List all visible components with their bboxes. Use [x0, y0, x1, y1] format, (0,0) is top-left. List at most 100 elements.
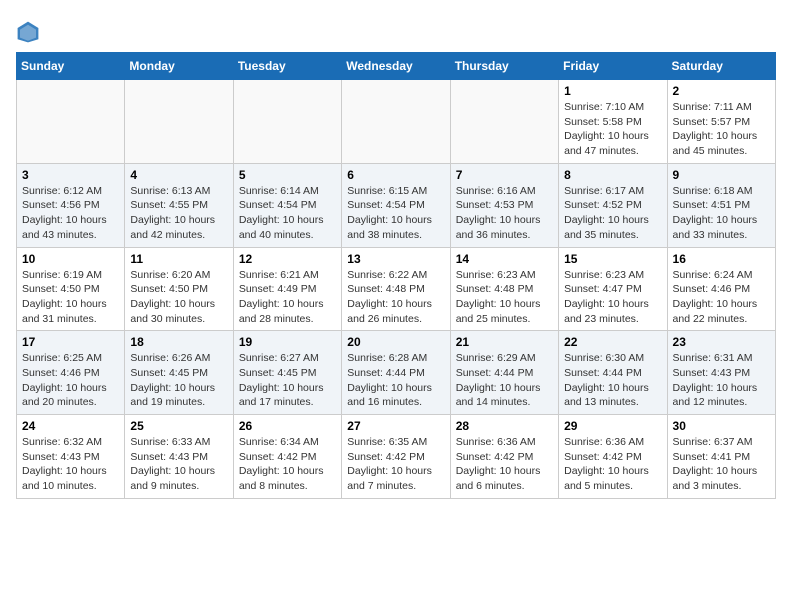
calendar-cell: 1Sunrise: 7:10 AM Sunset: 5:58 PM Daylig… [559, 80, 667, 164]
day-info: Sunrise: 6:37 AM Sunset: 4:41 PM Dayligh… [673, 435, 770, 494]
calendar-cell [233, 80, 341, 164]
calendar-cell [17, 80, 125, 164]
day-info: Sunrise: 6:14 AM Sunset: 4:54 PM Dayligh… [239, 184, 336, 243]
day-info: Sunrise: 6:31 AM Sunset: 4:43 PM Dayligh… [673, 351, 770, 410]
day-info: Sunrise: 6:34 AM Sunset: 4:42 PM Dayligh… [239, 435, 336, 494]
calendar-cell: 29Sunrise: 6:36 AM Sunset: 4:42 PM Dayli… [559, 415, 667, 499]
calendar-cell: 6 Sunrise: 6:15 AM Sunset: 4:54 PM Daylig… [342, 163, 450, 247]
day-number: 15 [564, 252, 661, 266]
day-info: Sunrise: 6:17 AM Sunset: 4:52 PM Dayligh… [564, 184, 661, 243]
week-row-5: 24 Sunrise: 6:32 AM Sunset: 4:43 PM Dayli… [17, 415, 776, 499]
calendar-cell [125, 80, 233, 164]
day-number: 25 [130, 419, 227, 433]
day-number: 16 [673, 252, 770, 266]
calendar-cell: 2 Sunrise: 7:11 AM Sunset: 5:57 PM Daylig… [667, 80, 775, 164]
day-info: Sunrise: 7:10 AM Sunset: 5:58 PM Dayligh… [564, 100, 661, 159]
day-info: Sunrise: 6:30 AM Sunset: 4:44 PM Dayligh… [564, 351, 661, 410]
calendar-cell: 16 Sunrise: 6:24 AM Sunset: 4:46 PM Dayli… [667, 247, 775, 331]
day-info: Sunrise: 6:32 AM Sunset: 4:43 PM Dayligh… [22, 435, 119, 494]
weekday-header-wednesday: Wednesday [342, 53, 450, 80]
day-number: 11 [130, 252, 227, 266]
day-number: 22 [564, 335, 661, 349]
calendar-cell: 5 Sunrise: 6:14 AM Sunset: 4:54 PM Daylig… [233, 163, 341, 247]
week-row-3: 10Sunrise: 6:19 AM Sunset: 4:50 PM Dayli… [17, 247, 776, 331]
logo-icon [16, 20, 40, 44]
day-info: Sunrise: 6:15 AM Sunset: 4:54 PM Dayligh… [347, 184, 444, 243]
day-info: Sunrise: 6:36 AM Sunset: 4:42 PM Dayligh… [456, 435, 553, 494]
calendar-cell: 4 Sunrise: 6:13 AM Sunset: 4:55 PM Daylig… [125, 163, 233, 247]
calendar-cell: 11 Sunrise: 6:20 AM Sunset: 4:50 PM Dayli… [125, 247, 233, 331]
day-number: 21 [456, 335, 553, 349]
day-number: 24 [22, 419, 119, 433]
day-info: Sunrise: 6:22 AM Sunset: 4:48 PM Dayligh… [347, 268, 444, 327]
day-info: Sunrise: 6:23 AM Sunset: 4:48 PM Dayligh… [456, 268, 553, 327]
day-number: 6 [347, 168, 444, 182]
weekday-header-tuesday: Tuesday [233, 53, 341, 80]
day-number: 29 [564, 419, 661, 433]
weekday-header-saturday: Saturday [667, 53, 775, 80]
day-number: 18 [130, 335, 227, 349]
day-info: Sunrise: 6:26 AM Sunset: 4:45 PM Dayligh… [130, 351, 227, 410]
day-info: Sunrise: 6:13 AM Sunset: 4:55 PM Dayligh… [130, 184, 227, 243]
day-info: Sunrise: 6:23 AM Sunset: 4:47 PM Dayligh… [564, 268, 661, 327]
calendar-cell: 20 Sunrise: 6:28 AM Sunset: 4:44 PM Dayli… [342, 331, 450, 415]
calendar-cell: 26Sunrise: 6:34 AM Sunset: 4:42 PM Dayli… [233, 415, 341, 499]
calendar-cell: 8 Sunrise: 6:17 AM Sunset: 4:52 PM Daylig… [559, 163, 667, 247]
day-number: 9 [673, 168, 770, 182]
calendar-cell: 25 Sunrise: 6:33 AM Sunset: 4:43 PM Dayli… [125, 415, 233, 499]
day-number: 4 [130, 168, 227, 182]
weekday-header-friday: Friday [559, 53, 667, 80]
header [16, 16, 776, 44]
day-info: Sunrise: 6:35 AM Sunset: 4:42 PM Dayligh… [347, 435, 444, 494]
day-number: 20 [347, 335, 444, 349]
weekday-header-monday: Monday [125, 53, 233, 80]
calendar-cell: 14Sunrise: 6:23 AM Sunset: 4:48 PM Dayli… [450, 247, 558, 331]
weekday-header-thursday: Thursday [450, 53, 558, 80]
calendar-cell: 3 Sunrise: 6:12 AM Sunset: 4:56 PM Daylig… [17, 163, 125, 247]
day-number: 30 [673, 419, 770, 433]
calendar-cell: 21 Sunrise: 6:29 AM Sunset: 4:44 PM Dayli… [450, 331, 558, 415]
calendar-cell: 28 Sunrise: 6:36 AM Sunset: 4:42 PM Dayli… [450, 415, 558, 499]
day-info: Sunrise: 6:25 AM Sunset: 4:46 PM Dayligh… [22, 351, 119, 410]
calendar-cell: 13 Sunrise: 6:22 AM Sunset: 4:48 PM Dayli… [342, 247, 450, 331]
calendar-cell: 10Sunrise: 6:19 AM Sunset: 4:50 PM Dayli… [17, 247, 125, 331]
logo [16, 20, 44, 44]
calendar-cell: 22 Sunrise: 6:30 AM Sunset: 4:44 PM Dayli… [559, 331, 667, 415]
day-number: 19 [239, 335, 336, 349]
calendar-cell: 7Sunrise: 6:16 AM Sunset: 4:53 PM Daylig… [450, 163, 558, 247]
calendar-table: SundayMondayTuesdayWednesdayThursdayFrid… [16, 52, 776, 499]
day-number: 3 [22, 168, 119, 182]
day-number: 23 [673, 335, 770, 349]
weekday-header-row: SundayMondayTuesdayWednesdayThursdayFrid… [17, 53, 776, 80]
day-info: Sunrise: 6:28 AM Sunset: 4:44 PM Dayligh… [347, 351, 444, 410]
calendar-cell: 12 Sunrise: 6:21 AM Sunset: 4:49 PM Dayli… [233, 247, 341, 331]
calendar-cell: 27 Sunrise: 6:35 AM Sunset: 4:42 PM Dayli… [342, 415, 450, 499]
day-info: Sunrise: 6:29 AM Sunset: 4:44 PM Dayligh… [456, 351, 553, 410]
day-info: Sunrise: 6:21 AM Sunset: 4:49 PM Dayligh… [239, 268, 336, 327]
calendar-cell: 18 Sunrise: 6:26 AM Sunset: 4:45 PM Dayli… [125, 331, 233, 415]
day-number: 2 [673, 84, 770, 98]
day-info: Sunrise: 6:20 AM Sunset: 4:50 PM Dayligh… [130, 268, 227, 327]
day-number: 8 [564, 168, 661, 182]
day-number: 27 [347, 419, 444, 433]
week-row-4: 17 Sunrise: 6:25 AM Sunset: 4:46 PM Dayli… [17, 331, 776, 415]
calendar-cell: 19 Sunrise: 6:27 AM Sunset: 4:45 PM Dayli… [233, 331, 341, 415]
calendar-cell: 23 Sunrise: 6:31 AM Sunset: 4:43 PM Dayli… [667, 331, 775, 415]
day-number: 28 [456, 419, 553, 433]
day-info: Sunrise: 6:24 AM Sunset: 4:46 PM Dayligh… [673, 268, 770, 327]
day-number: 13 [347, 252, 444, 266]
day-info: Sunrise: 6:12 AM Sunset: 4:56 PM Dayligh… [22, 184, 119, 243]
day-info: Sunrise: 6:19 AM Sunset: 4:50 PM Dayligh… [22, 268, 119, 327]
day-number: 17 [22, 335, 119, 349]
day-number: 12 [239, 252, 336, 266]
calendar-cell: 24 Sunrise: 6:32 AM Sunset: 4:43 PM Dayli… [17, 415, 125, 499]
day-number: 5 [239, 168, 336, 182]
calendar-cell: 17 Sunrise: 6:25 AM Sunset: 4:46 PM Dayli… [17, 331, 125, 415]
week-row-1: 1Sunrise: 7:10 AM Sunset: 5:58 PM Daylig… [17, 80, 776, 164]
day-info: Sunrise: 7:11 AM Sunset: 5:57 PM Dayligh… [673, 100, 770, 159]
day-info: Sunrise: 6:33 AM Sunset: 4:43 PM Dayligh… [130, 435, 227, 494]
day-info: Sunrise: 6:27 AM Sunset: 4:45 PM Dayligh… [239, 351, 336, 410]
weekday-header-sunday: Sunday [17, 53, 125, 80]
calendar-cell [342, 80, 450, 164]
day-number: 7 [456, 168, 553, 182]
